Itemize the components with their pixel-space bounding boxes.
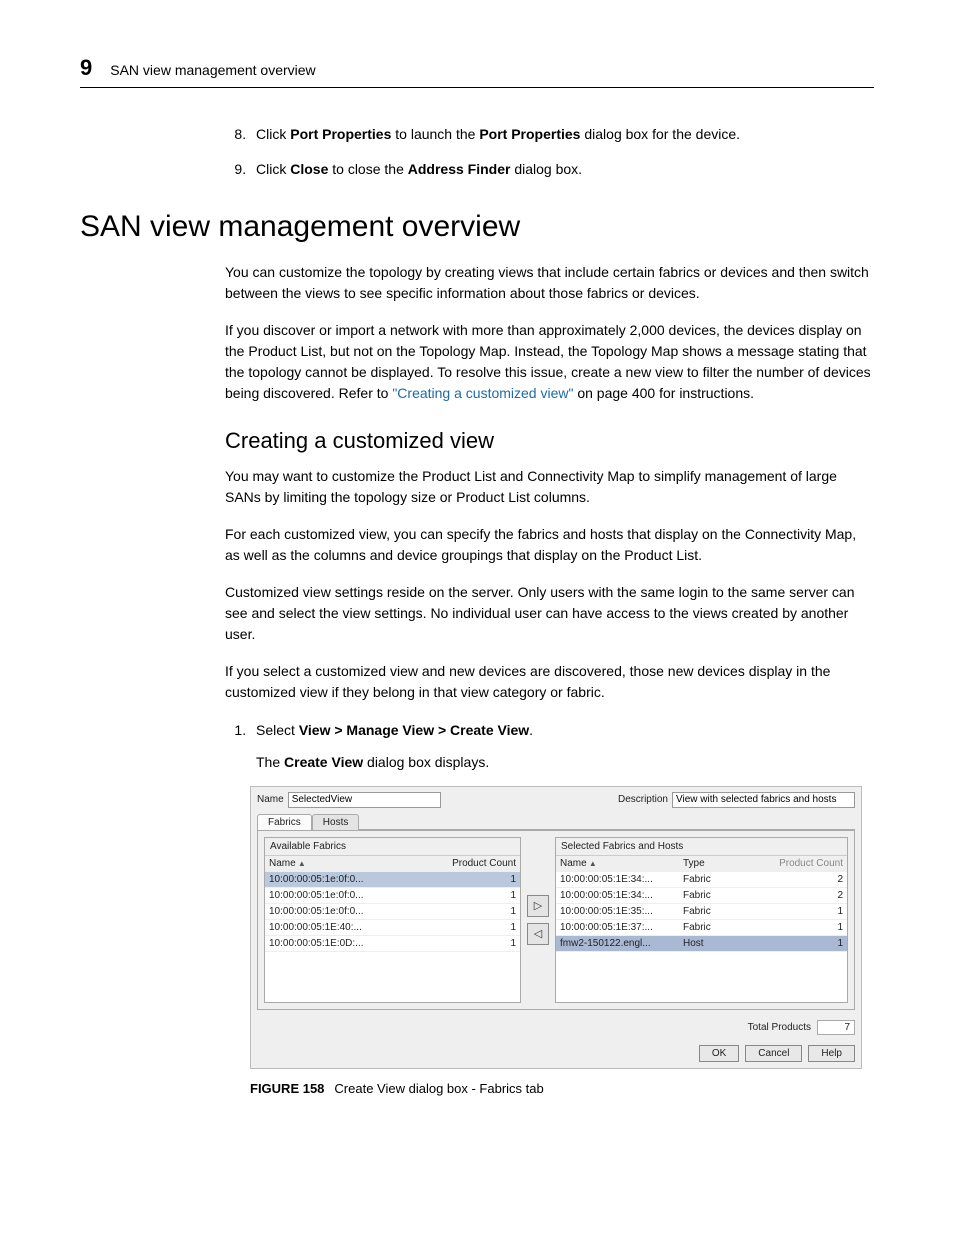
chapter-number: 9 <box>80 55 92 81</box>
name-label: Name <box>257 794 284 805</box>
column-name[interactable]: Name <box>265 856 393 871</box>
add-button[interactable]: ▷ <box>527 895 549 917</box>
header-rule <box>80 87 874 88</box>
procedure-steps: Select View > Manage View > Create View.… <box>225 719 874 774</box>
name-input[interactable] <box>288 792 441 808</box>
chevron-right-icon: ▷ <box>534 899 542 912</box>
description-input[interactable] <box>672 792 855 808</box>
table-row[interactable]: 10:00:00:05:1E:34:...Fabric2 <box>556 872 847 888</box>
table-row[interactable]: 10:00:00:05:1e:0f:0...1 <box>265 904 520 920</box>
body-para: Customized view settings reside on the s… <box>225 582 874 645</box>
total-products-value: 7 <box>817 1020 855 1035</box>
step-1: Select View > Manage View > Create View.… <box>250 719 874 774</box>
cancel-button[interactable]: Cancel <box>745 1045 802 1062</box>
selected-fabrics-hosts-list[interactable]: Selected Fabrics and Hosts Name Type Pro… <box>555 837 848 1003</box>
column-product-count[interactable]: Product Count <box>737 856 847 871</box>
running-header: 9 SAN view management overview <box>80 55 874 81</box>
table-row[interactable]: 10:00:00:05:1E:0D:...1 <box>265 936 520 952</box>
column-type[interactable]: Type <box>679 856 737 871</box>
table-row[interactable]: 10:00:00:05:1E:37:...Fabric1 <box>556 920 847 936</box>
continued-steps-list: Click Port Properties to launch the Port… <box>80 124 874 180</box>
tab-hosts[interactable]: Hosts <box>312 814 360 830</box>
section-title: SAN view management overview <box>80 210 874 244</box>
total-products-label: Total Products <box>748 1022 811 1033</box>
intro-para-2: If you discover or import a network with… <box>225 320 874 404</box>
running-title: SAN view management overview <box>110 62 315 78</box>
table-row[interactable]: 10:00:00:05:1E:40:...1 <box>265 920 520 936</box>
create-view-dialog: Name Description Fabrics Hosts Available… <box>250 786 862 1069</box>
column-name[interactable]: Name <box>556 856 679 871</box>
selected-list-title: Selected Fabrics and Hosts <box>556 838 847 856</box>
link-creating-customized-view[interactable]: "Creating a customized view" <box>392 385 573 401</box>
subsection-title: Creating a customized view <box>225 428 874 454</box>
table-row[interactable]: 10:00:00:05:1e:0f:0...1 <box>265 872 520 888</box>
remove-button[interactable]: ◁ <box>527 923 549 945</box>
available-fabrics-list[interactable]: Available Fabrics Name Product Count 10:… <box>264 837 521 1003</box>
table-row[interactable]: fmw2-150122.engl...Host1 <box>556 936 847 952</box>
body-para: You may want to customize the Product Li… <box>225 466 874 508</box>
body-para: If you select a customized view and new … <box>225 661 874 703</box>
help-button[interactable]: Help <box>808 1045 855 1062</box>
available-fabrics-title: Available Fabrics <box>265 838 520 856</box>
figure-caption: FIGURE 158Create View dialog box - Fabri… <box>250 1081 874 1096</box>
column-product-count[interactable]: Product Count <box>393 856 520 871</box>
step-8: Click Port Properties to launch the Port… <box>250 124 874 145</box>
table-row[interactable]: 10:00:00:05:1e:0f:0...1 <box>265 888 520 904</box>
step-9: Click Close to close the Address Finder … <box>250 159 874 180</box>
body-para: For each customized view, you can specif… <box>225 524 874 566</box>
table-row[interactable]: 10:00:00:05:1E:35:...Fabric1 <box>556 904 847 920</box>
table-row[interactable]: 10:00:00:05:1E:34:...Fabric2 <box>556 888 847 904</box>
ok-button[interactable]: OK <box>699 1045 739 1062</box>
chevron-left-icon: ◁ <box>534 927 542 940</box>
tab-fabrics[interactable]: Fabrics <box>257 814 312 830</box>
description-label: Description <box>618 794 668 805</box>
intro-para-1: You can customize the topology by creati… <box>225 262 874 304</box>
